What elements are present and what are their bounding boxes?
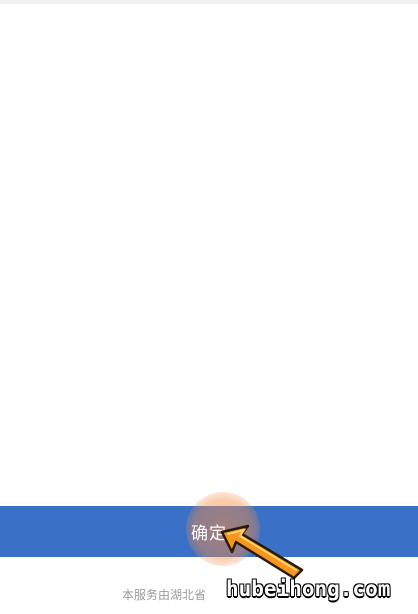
watermark: hubeihong.com — [226, 577, 391, 601]
confirm-button[interactable]: 确定 — [0, 506, 418, 557]
service-provider-text: 本服务由湖北省 — [122, 588, 207, 602]
blank-content-area — [0, 4, 418, 504]
confirm-button-label: 确定 — [191, 524, 227, 544]
